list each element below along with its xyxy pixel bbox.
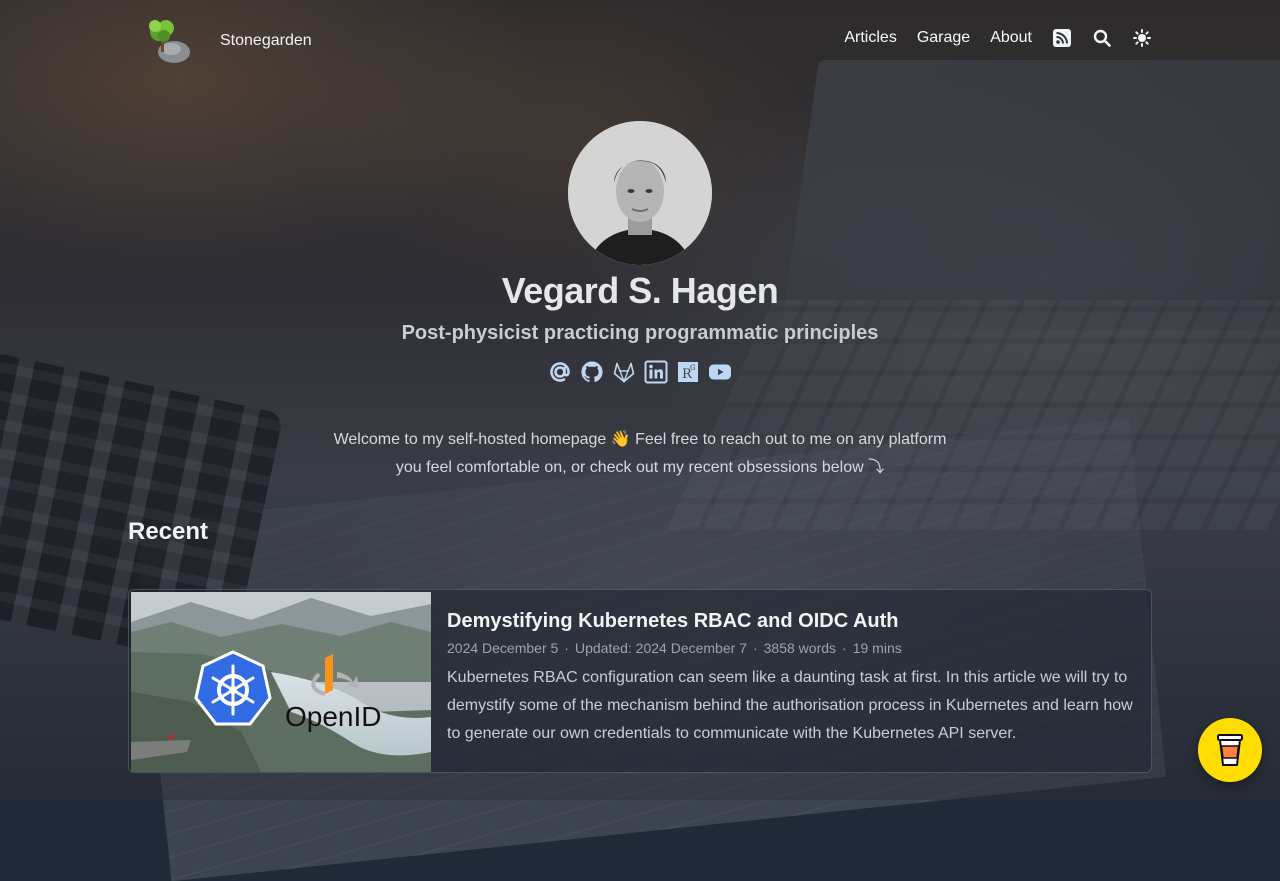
theme-toggle-icon[interactable]: [1132, 28, 1152, 48]
article-read-time: 19 mins: [852, 640, 902, 656]
nav-garage[interactable]: Garage: [917, 29, 970, 47]
article-card[interactable]: OpenID Demystifying Kubernetes RBAC and …: [128, 589, 1152, 773]
article-meta: 2024 December 5 · Updated: 2024 December 7…: [447, 638, 1137, 658]
article-title[interactable]: Demystifying Kubernetes RBAC and OIDC Au…: [447, 608, 1137, 634]
rss-icon[interactable]: [1052, 28, 1072, 48]
article-thumbnail-image: OpenID: [131, 592, 431, 772]
article-date: 2024 December 5: [447, 640, 559, 656]
buy-me-a-coffee-button[interactable]: [1198, 718, 1262, 782]
linkedin-icon[interactable]: [644, 360, 668, 384]
social-links: R G: [548, 360, 732, 384]
site-logo[interactable]: [144, 18, 194, 66]
avatar-portrait: [568, 121, 712, 265]
site-header: Stonegarden Articles Garage About: [0, 0, 1280, 84]
article-updated: Updated: 2024 December 7: [574, 640, 747, 656]
article-thumbnail: OpenID: [131, 592, 431, 772]
site-title[interactable]: Stonegarden: [220, 32, 312, 50]
recent-heading: Recent: [128, 518, 209, 545]
nav-articles[interactable]: Articles: [844, 29, 896, 47]
intro-text: Welcome to my self-hosted homepage 👋 Fee…: [300, 426, 980, 482]
researchgate-icon[interactable]: R G: [676, 360, 700, 384]
profile-tagline: Post-physicist practicing programmatic p…: [401, 322, 879, 344]
email-icon[interactable]: [548, 360, 572, 384]
meta-separator: ·: [842, 640, 847, 656]
meta-separator: ·: [564, 640, 569, 656]
intro-line-2: you feel comfortable on, or check out my…: [395, 459, 885, 476]
tree-stone-logo-icon: [149, 20, 190, 63]
gitlab-icon[interactable]: [612, 360, 636, 384]
article-word-count: 3858 words: [763, 640, 837, 656]
youtube-icon[interactable]: [708, 360, 732, 384]
svg-text:OpenID: OpenID: [285, 701, 382, 732]
meta-separator: ·: [752, 640, 758, 656]
page: Stonegarden Articles Garage About Vegard…: [0, 0, 1280, 800]
article-summary: Kubernetes RBAC configuration can seem l…: [447, 669, 1133, 742]
svg-text:G: G: [690, 364, 696, 372]
main-nav: Articles Garage About: [844, 28, 1152, 48]
search-icon[interactable]: [1092, 28, 1112, 48]
article-body: Demystifying Kubernetes RBAC and OIDC Au…: [447, 608, 1137, 748]
coffee-cup-icon: [1217, 734, 1243, 766]
profile-avatar: [568, 121, 712, 265]
nav-about[interactable]: About: [990, 29, 1032, 47]
intro-line-1: Welcome to my self-hosted homepage 👋 Fee…: [333, 431, 947, 448]
profile-name: Vegard S. Hagen: [501, 270, 779, 311]
github-icon[interactable]: [580, 360, 604, 384]
